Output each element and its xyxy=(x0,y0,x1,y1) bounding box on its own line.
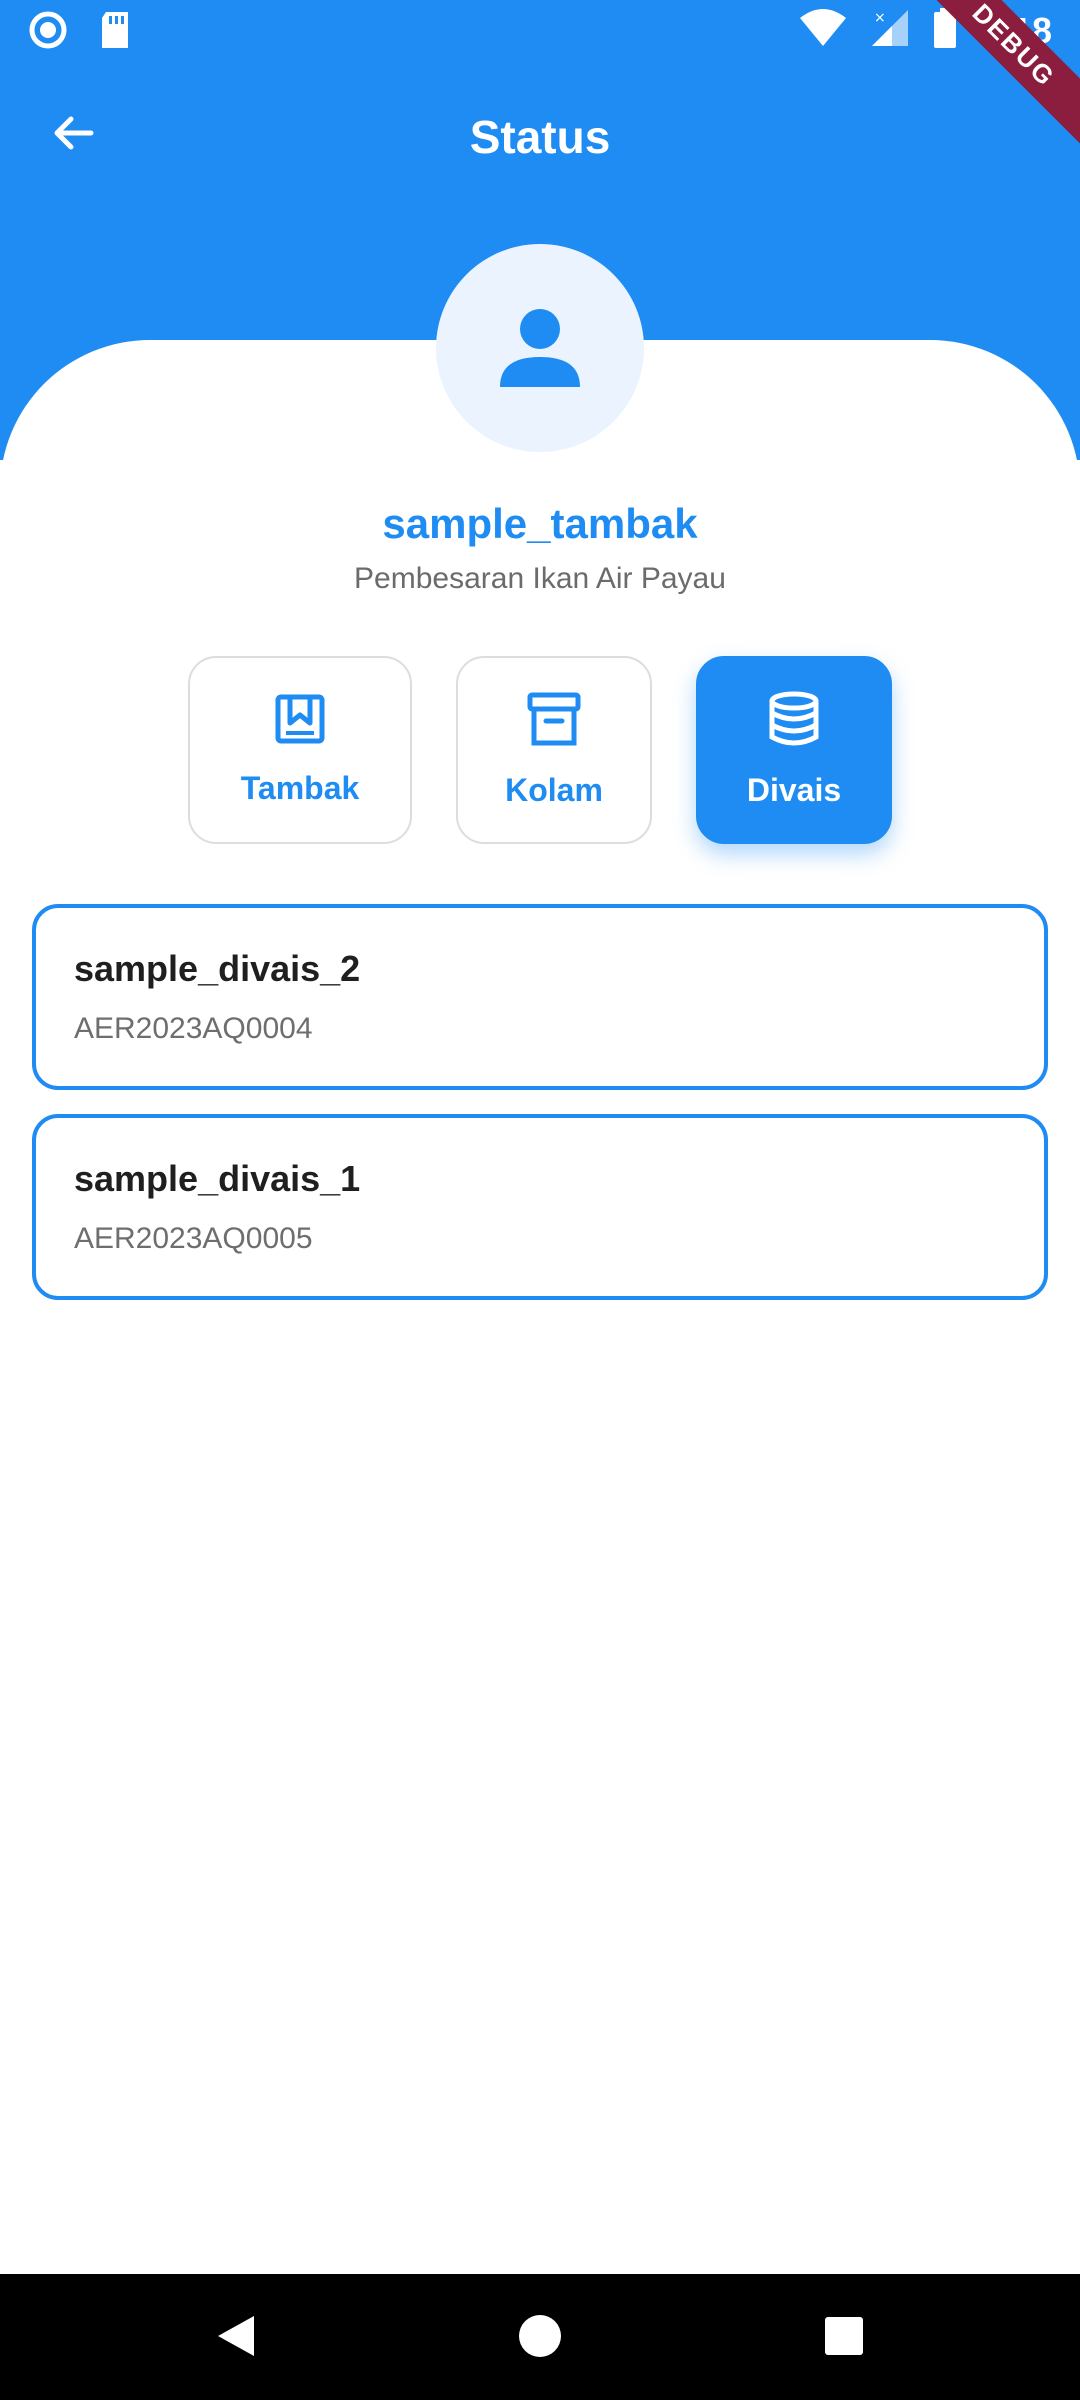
tab-label: Divais xyxy=(746,772,842,808)
bookmark-book-icon xyxy=(274,693,326,750)
nav-home-button[interactable] xyxy=(510,2308,570,2368)
person-icon xyxy=(495,301,585,396)
profile-name: sample_tambak xyxy=(382,500,698,547)
device-name: sample_divais_1 xyxy=(74,1158,361,1199)
page-title: Status xyxy=(469,111,611,163)
device-card[interactable]: sample_divais_1 AER2023AQ0005 xyxy=(32,1114,1048,1300)
device-id: AER2023AQ0005 xyxy=(74,1222,313,1255)
tab-tambak[interactable]: Tambak xyxy=(188,656,412,844)
back-triangle-icon xyxy=(214,2312,258,2365)
archive-box-icon xyxy=(526,691,582,752)
svg-text:×: × xyxy=(874,10,886,26)
device-id: AER2023AQ0004 xyxy=(74,1012,313,1045)
record-icon xyxy=(28,10,68,55)
tab-label: Kolam xyxy=(505,772,603,808)
nav-back-button[interactable] xyxy=(206,2308,266,2368)
tab-label: Tambak xyxy=(240,770,360,806)
home-circle-icon xyxy=(517,2313,563,2364)
status-screen: × 8:18 DEBUG Status sample_tambak Pembes… xyxy=(0,0,1080,2400)
device-list: sample_divais_2 AER2023AQ0004 sample_div… xyxy=(32,904,1048,1324)
database-icon xyxy=(766,691,822,752)
sd-card-icon xyxy=(98,10,132,55)
tab-kolam[interactable]: Kolam xyxy=(456,656,652,844)
content-sheet xyxy=(0,340,1080,2400)
tab-divais[interactable]: Divais xyxy=(696,656,892,844)
recents-square-icon xyxy=(823,2315,865,2362)
status-bar: × 8:18 xyxy=(0,0,1080,64)
device-card[interactable]: sample_divais_2 AER2023AQ0004 xyxy=(32,904,1048,1090)
profile-subtitle: Pembesaran Ikan Air Payau xyxy=(354,562,726,595)
device-name: sample_divais_2 xyxy=(74,948,361,989)
category-tabs: Tambak Kolam Divais xyxy=(188,656,892,844)
signal-icon: × xyxy=(870,8,910,53)
app-bar: Status xyxy=(0,80,1080,190)
avatar xyxy=(436,244,644,452)
system-nav-bar xyxy=(0,2274,1080,2400)
wifi-icon xyxy=(798,8,848,53)
nav-recents-button[interactable] xyxy=(814,2308,874,2368)
